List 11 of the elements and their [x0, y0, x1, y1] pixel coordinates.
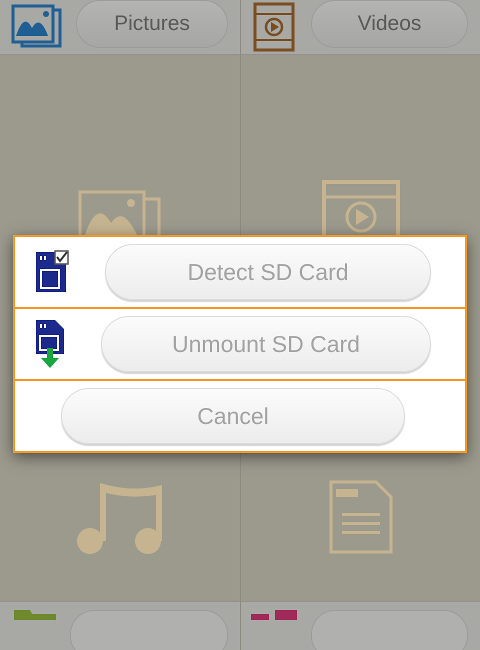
apps-icon — [251, 610, 297, 620]
category-button[interactable]: Pictures — [76, 0, 228, 48]
unmount-button[interactable]: Unmount SD Card — [101, 316, 431, 372]
cancel-button[interactable]: Cancel — [61, 388, 405, 444]
pictures-icon — [10, 4, 62, 50]
category-button[interactable]: Videos — [311, 0, 468, 48]
document-icon — [328, 479, 394, 555]
sd-card-check-icon — [35, 250, 69, 294]
sd-card-eject-icon — [35, 318, 65, 370]
detect-button[interactable]: Detect SD Card — [105, 244, 431, 300]
film-icon — [251, 2, 297, 52]
